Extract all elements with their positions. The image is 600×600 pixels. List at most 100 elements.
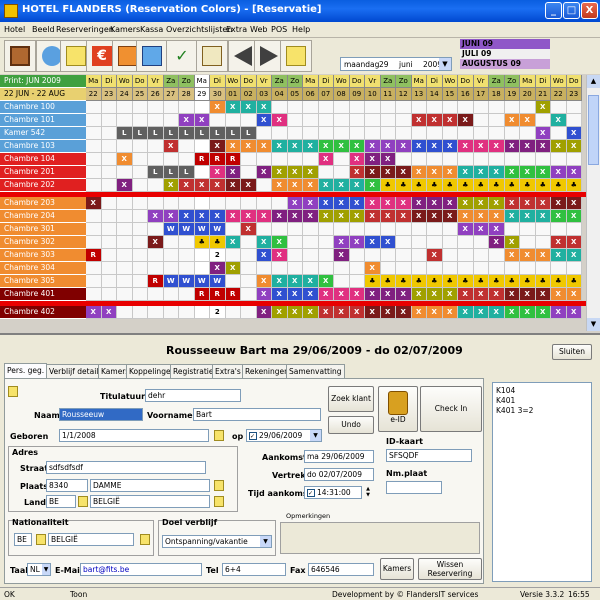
- booking-cell[interactable]: [520, 223, 536, 236]
- booking-cell[interactable]: X: [287, 288, 303, 301]
- booking-cell[interactable]: X: [349, 306, 365, 319]
- booking-cell[interactable]: X: [272, 275, 288, 288]
- booking-cell[interactable]: W: [179, 275, 195, 288]
- booking-cell[interactable]: X: [318, 179, 334, 192]
- booking-cell[interactable]: X: [179, 210, 195, 223]
- booking-cell[interactable]: [287, 114, 303, 127]
- close-panel-button[interactable]: Sluiten: [552, 344, 592, 360]
- booking-cell[interactable]: [132, 306, 148, 319]
- booking-cell[interactable]: ♣: [411, 179, 427, 192]
- booking-cell[interactable]: [163, 101, 179, 114]
- booking-cell[interactable]: ♣: [396, 179, 412, 192]
- booking-cell[interactable]: [179, 306, 195, 319]
- op-checkbox[interactable]: ✓: [249, 432, 257, 440]
- booking-cell[interactable]: X: [427, 166, 443, 179]
- booking-cell[interactable]: X: [241, 140, 257, 153]
- date-header-cell[interactable]: 08: [334, 88, 350, 101]
- booking-cell[interactable]: X: [427, 249, 443, 262]
- booking-cell[interactable]: X: [566, 166, 582, 179]
- postcode-field[interactable]: 8340: [46, 479, 88, 492]
- booking-cell[interactable]: [287, 223, 303, 236]
- booking-cell[interactable]: [117, 140, 133, 153]
- booking-cell[interactable]: X: [287, 140, 303, 153]
- booking-cell[interactable]: [163, 114, 179, 127]
- date-header-cell[interactable]: 28: [179, 88, 195, 101]
- booking-cell[interactable]: [365, 249, 381, 262]
- date-header-cell[interactable]: 22: [551, 88, 567, 101]
- booking-cell[interactable]: X: [365, 166, 381, 179]
- booking-cell[interactable]: X: [427, 114, 443, 127]
- booking-cell[interactable]: [148, 101, 164, 114]
- booking-cell[interactable]: [396, 262, 412, 275]
- booking-cell[interactable]: X: [272, 236, 288, 249]
- booking-cell[interactable]: X: [334, 288, 350, 301]
- booking-cell[interactable]: X: [318, 197, 334, 210]
- booking-cell[interactable]: [473, 249, 489, 262]
- booking-cell[interactable]: W: [210, 275, 226, 288]
- booking-cell[interactable]: [334, 114, 350, 127]
- chevron-down-icon[interactable]: ▼: [260, 536, 271, 547]
- booking-cell[interactable]: X: [303, 275, 319, 288]
- booking-cell[interactable]: X: [86, 197, 102, 210]
- booking-cell[interactable]: X: [272, 288, 288, 301]
- nm-plaat-field[interactable]: [386, 481, 442, 494]
- booking-cell[interactable]: X: [473, 288, 489, 301]
- booking-cell[interactable]: [132, 166, 148, 179]
- booking-cell[interactable]: [473, 262, 489, 275]
- booking-cell[interactable]: X: [349, 153, 365, 166]
- booking-cell[interactable]: [101, 114, 117, 127]
- booking-cell[interactable]: X: [303, 210, 319, 223]
- note-icon[interactable]: [36, 534, 46, 545]
- booking-cell[interactable]: X: [86, 306, 102, 319]
- booking-cell[interactable]: [163, 262, 179, 275]
- booking-cell[interactable]: X: [566, 249, 582, 262]
- close-window-button[interactable]: X: [581, 2, 598, 19]
- booking-cell[interactable]: W: [194, 223, 210, 236]
- range-label[interactable]: 22 JUN - 22 AUG: [0, 88, 86, 101]
- booking-cell[interactable]: ♣: [551, 275, 567, 288]
- booking-cell[interactable]: [194, 197, 210, 210]
- booking-cell[interactable]: [380, 114, 396, 127]
- booking-cell[interactable]: X: [489, 210, 505, 223]
- booking-cell[interactable]: [163, 249, 179, 262]
- booking-cell[interactable]: [117, 306, 133, 319]
- booking-cell[interactable]: [504, 262, 520, 275]
- booking-cell[interactable]: ♣: [210, 236, 226, 249]
- booking-cell[interactable]: X: [489, 236, 505, 249]
- booking-cell[interactable]: L: [241, 127, 257, 140]
- booking-cell[interactable]: [380, 127, 396, 140]
- booking-cell[interactable]: [442, 127, 458, 140]
- booking-cell[interactable]: X: [442, 166, 458, 179]
- booking-cell[interactable]: X: [411, 114, 427, 127]
- list-item[interactable]: K401 3=2: [496, 406, 588, 416]
- booking-cell[interactable]: R: [148, 275, 164, 288]
- booking-cell[interactable]: X: [442, 306, 458, 319]
- booking-cell[interactable]: X: [210, 179, 226, 192]
- booking-cell[interactable]: X: [163, 210, 179, 223]
- room-label[interactable]: Kamer 542: [0, 127, 86, 140]
- booking-cell[interactable]: [101, 275, 117, 288]
- booking-cell[interactable]: [132, 249, 148, 262]
- booking-cell[interactable]: [241, 306, 257, 319]
- date-header-cell[interactable]: 27: [163, 88, 179, 101]
- booking-cell[interactable]: X: [535, 288, 551, 301]
- booking-cell[interactable]: X: [551, 197, 567, 210]
- booking-cell[interactable]: X: [225, 101, 241, 114]
- room-label[interactable]: Chambre 402: [0, 306, 86, 319]
- booking-cell[interactable]: [349, 275, 365, 288]
- booking-cell[interactable]: [473, 114, 489, 127]
- booking-cell[interactable]: [318, 262, 334, 275]
- date-header-cell[interactable]: 09: [349, 88, 365, 101]
- menu-hotel[interactable]: Hotel: [4, 25, 25, 34]
- booking-cell[interactable]: X: [334, 140, 350, 153]
- booking-cell[interactable]: [334, 127, 350, 140]
- print-label[interactable]: Print: JUN 2009: [0, 75, 86, 88]
- booking-cell[interactable]: [86, 127, 102, 140]
- booking-cell[interactable]: [101, 262, 117, 275]
- booking-cell[interactable]: [132, 223, 148, 236]
- booking-cell[interactable]: [101, 153, 117, 166]
- booking-cell[interactable]: X: [272, 210, 288, 223]
- booking-cell[interactable]: [303, 223, 319, 236]
- note-icon[interactable]: [214, 496, 224, 507]
- booking-cell[interactable]: X: [427, 140, 443, 153]
